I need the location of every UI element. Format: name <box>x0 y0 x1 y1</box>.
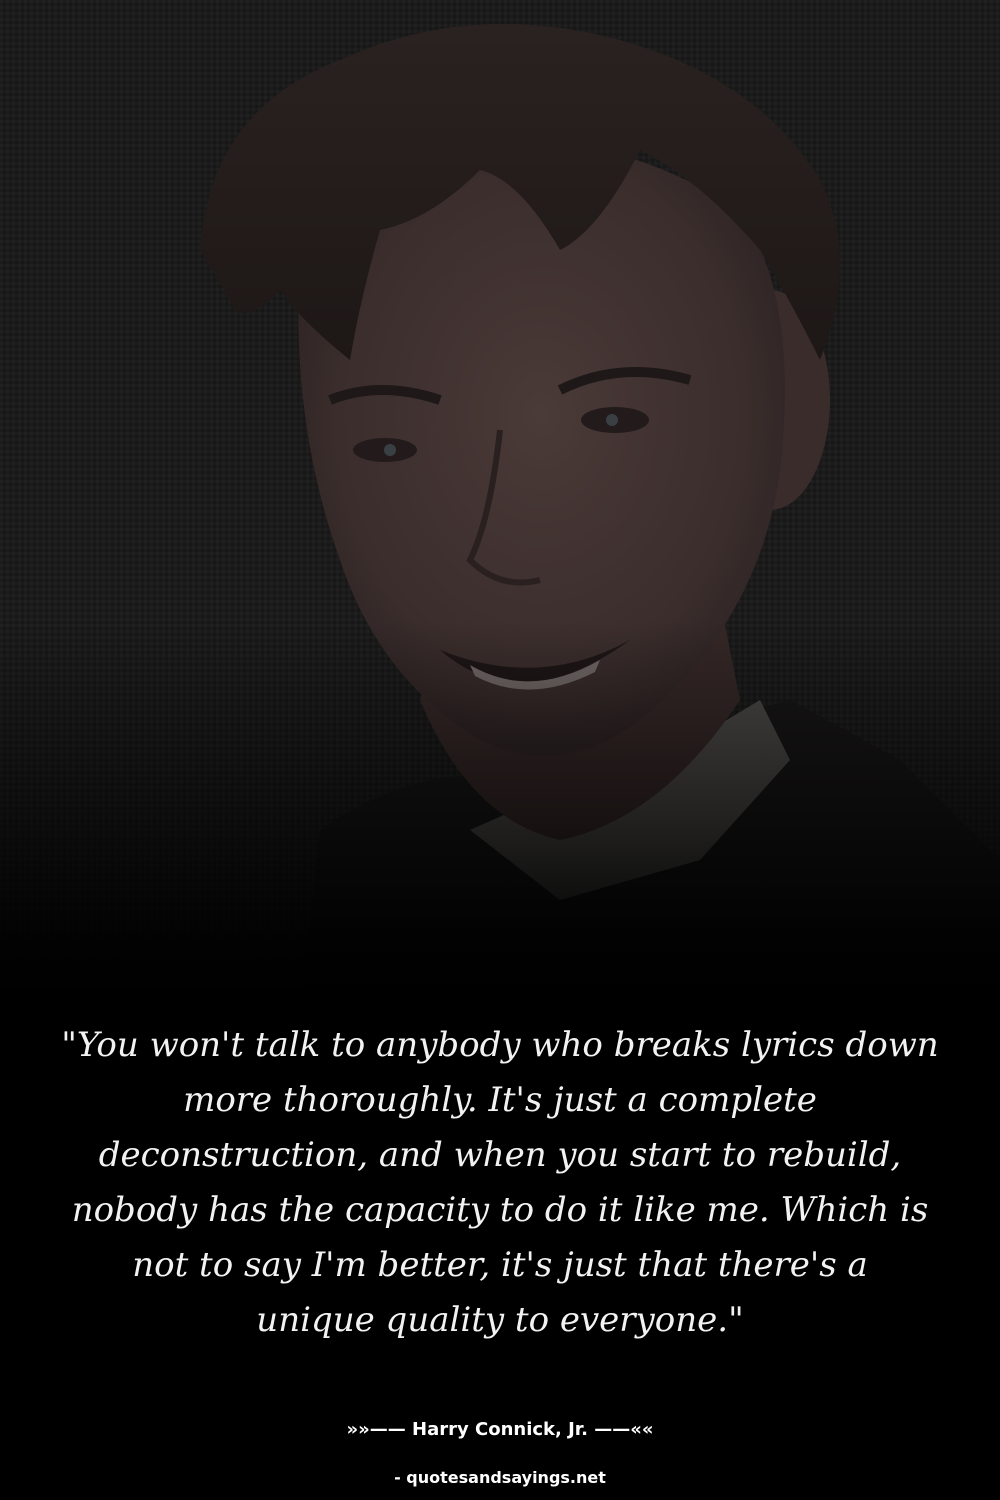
quote-text: "You won't talk to anybody who breaks ly… <box>60 1018 940 1348</box>
quote-poster: "You won't talk to anybody who breaks ly… <box>0 0 1000 1500</box>
quote-line: not to say I'm better, it's just that th… <box>132 1245 868 1285</box>
quote-line: nobody has the capacity to do it like me… <box>71 1190 929 1230</box>
site-credit: - quotesandsayings.net <box>394 1468 606 1487</box>
quote-line: "You won't talk to anybody who breaks ly… <box>61 1025 939 1065</box>
quote-author: »»—— Harry Connick, Jr. ——«« <box>346 1419 654 1440</box>
quote-line: more thoroughly. It's just a complete <box>183 1080 817 1120</box>
quote-line: unique quality to everyone." <box>256 1300 744 1340</box>
quote-line: deconstruction, and when you start to re… <box>98 1135 902 1175</box>
